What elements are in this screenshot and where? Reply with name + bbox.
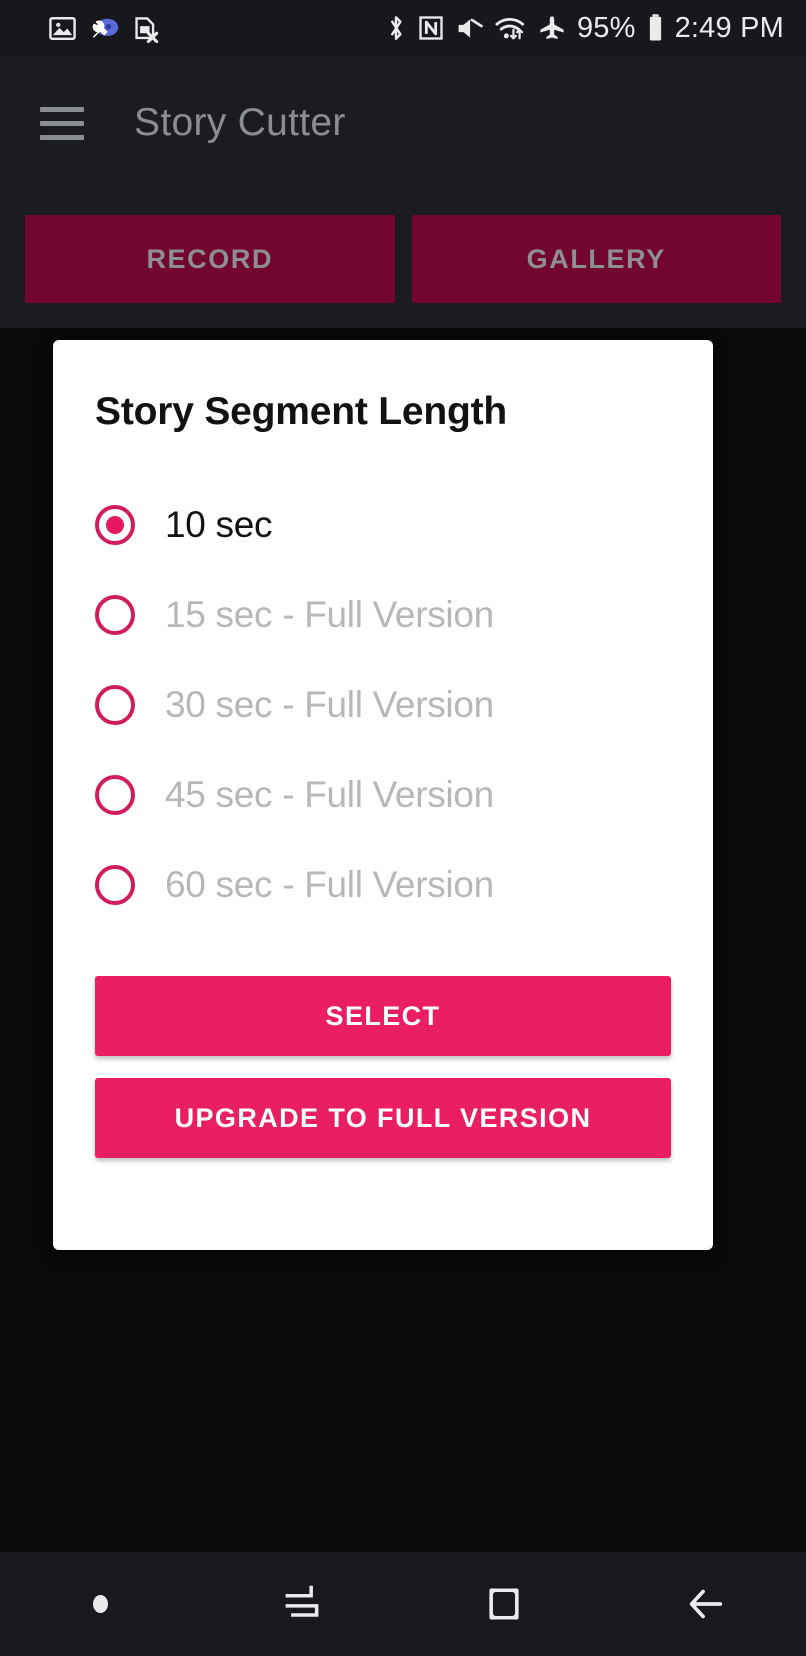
segment-length-radio-group: 10 sec 15 sec - Full Version 30 sec - Fu… bbox=[95, 480, 671, 930]
dialog-title: Story Segment Length bbox=[95, 390, 671, 434]
battery-percent-label: 95% bbox=[577, 12, 636, 45]
radio-option-label: 15 sec - Full Version bbox=[165, 594, 494, 636]
upgrade-to-full-version-button[interactable]: UPGRADE TO FULL VERSION bbox=[95, 1078, 671, 1158]
radio-option-60-sec[interactable]: 60 sec - Full Version bbox=[95, 840, 671, 930]
nav-recents-button[interactable] bbox=[202, 1552, 404, 1656]
back-icon bbox=[682, 1581, 728, 1627]
radio-option-45-sec[interactable]: 45 sec - Full Version bbox=[95, 750, 671, 840]
record-button[interactable]: RECORD bbox=[25, 215, 395, 303]
indicator-dot-icon bbox=[93, 1595, 108, 1613]
clock-label: 2:49 PM bbox=[675, 12, 784, 45]
mute-icon bbox=[455, 15, 484, 42]
status-bar-left-icons bbox=[48, 14, 159, 43]
radio-option-label: 45 sec - Full Version bbox=[165, 774, 494, 816]
gallery-button[interactable]: GALLERY bbox=[412, 215, 782, 303]
nav-back-button[interactable] bbox=[605, 1552, 806, 1656]
battery-icon bbox=[647, 13, 664, 43]
photo-icon bbox=[48, 14, 77, 43]
phone-screen: 95% 2:49 PM Story Cutter RECORD GALLERY … bbox=[0, 0, 806, 1656]
radio-option-10-sec[interactable]: 10 sec bbox=[95, 480, 671, 570]
radio-button-icon[interactable] bbox=[95, 595, 135, 635]
radio-option-30-sec[interactable]: 30 sec - Full Version bbox=[95, 660, 671, 750]
select-button[interactable]: SELECT bbox=[95, 976, 671, 1056]
nfc-icon bbox=[418, 14, 444, 42]
wifi-icon bbox=[495, 15, 527, 42]
system-navigation-bar bbox=[0, 1552, 806, 1656]
status-bar-right-icons: 95% 2:49 PM bbox=[385, 12, 784, 45]
recents-icon bbox=[280, 1582, 324, 1626]
nav-indicator-dot-button[interactable] bbox=[0, 1552, 202, 1656]
nav-home-button[interactable] bbox=[403, 1552, 605, 1656]
radio-option-15-sec[interactable]: 15 sec - Full Version bbox=[95, 570, 671, 660]
home-icon bbox=[482, 1582, 526, 1626]
radio-option-label: 60 sec - Full Version bbox=[165, 864, 494, 906]
radio-button-icon[interactable] bbox=[95, 865, 135, 905]
top-action-bar: RECORD GALLERY bbox=[0, 190, 806, 328]
radio-option-label: 10 sec bbox=[165, 504, 272, 546]
radio-button-icon[interactable] bbox=[95, 775, 135, 815]
radio-button-icon[interactable] bbox=[95, 685, 135, 725]
status-bar: 95% 2:49 PM bbox=[0, 0, 806, 56]
sim-card-off-icon bbox=[133, 14, 159, 43]
bluetooth-icon bbox=[385, 13, 407, 43]
page-title: Story Cutter bbox=[134, 101, 346, 145]
dialog-actions: SELECT UPGRADE TO FULL VERSION bbox=[95, 976, 671, 1158]
radio-button-icon[interactable] bbox=[95, 505, 135, 545]
radio-option-label: 30 sec - Full Version bbox=[165, 684, 494, 726]
story-segment-length-dialog: Story Segment Length 10 sec 15 sec - Ful… bbox=[53, 340, 713, 1250]
hamburger-menu-icon[interactable] bbox=[40, 107, 84, 140]
airplane-mode-icon bbox=[538, 14, 566, 42]
app-bar: Story Cutter bbox=[0, 56, 806, 190]
developer-tools-icon bbox=[90, 14, 120, 43]
